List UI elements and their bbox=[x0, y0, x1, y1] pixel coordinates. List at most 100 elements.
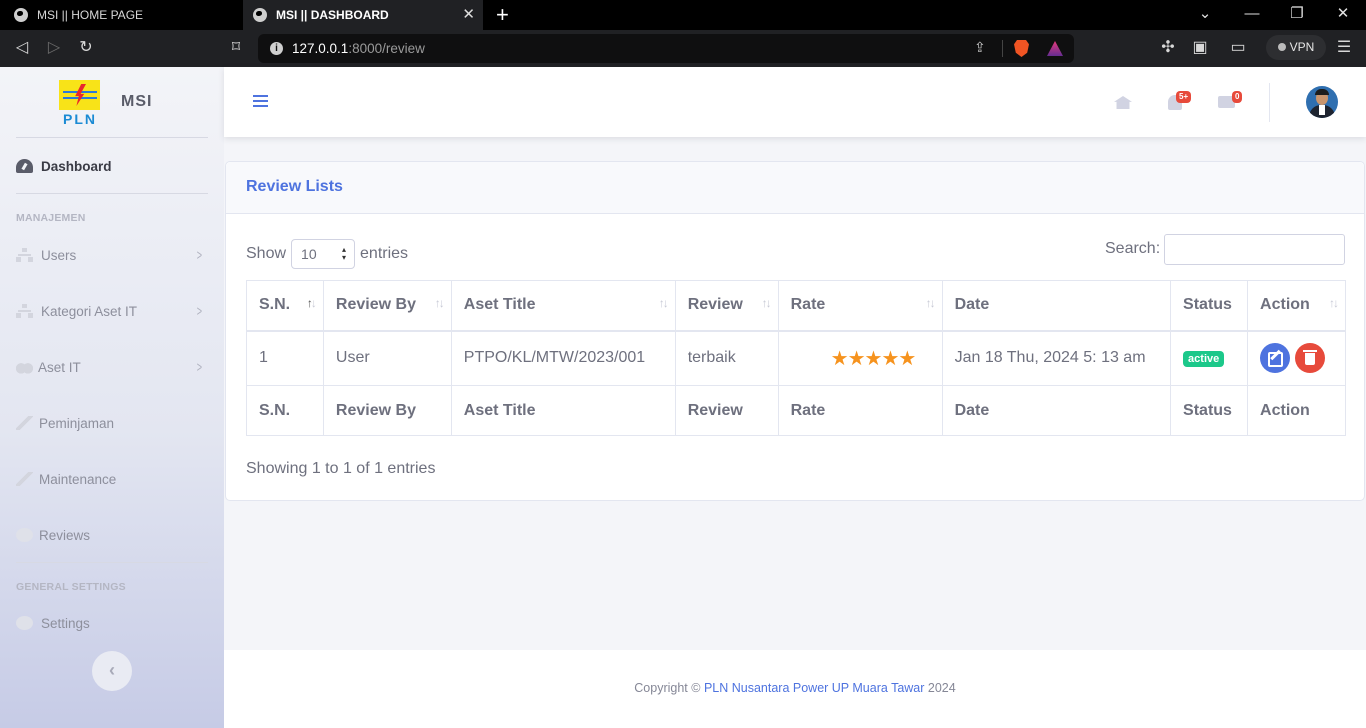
sidebar-item-aset-it[interactable]: Aset IT > bbox=[0, 352, 224, 382]
footer-header-status: Status bbox=[1170, 385, 1249, 436]
footer-header-aset-title: Aset Title bbox=[450, 385, 676, 436]
star-icon: ★ bbox=[830, 347, 849, 370]
column-header-action[interactable]: Action ↑↓ bbox=[1247, 280, 1346, 332]
sidebar-toggle-icon[interactable]: ▣ bbox=[1190, 38, 1210, 58]
url-path: :8000/review bbox=[348, 41, 425, 56]
share-icon[interactable]: ⇪ bbox=[974, 39, 986, 56]
column-header-label: S.N. bbox=[259, 296, 291, 314]
table-row: 1 User PTPO/KL/MTW/2023/001 terbaik ★★★★… bbox=[246, 330, 1346, 386]
copyright-prefix: Copyright © bbox=[634, 681, 701, 695]
cell-review-by: User bbox=[322, 330, 452, 386]
brand-name: MSI bbox=[121, 93, 153, 110]
back-icon[interactable]: ◁ bbox=[12, 38, 32, 58]
table-info: Showing 1 to 1 of 1 entries bbox=[246, 460, 436, 477]
column-header-review[interactable]: Review ↑↓ bbox=[674, 280, 779, 332]
sidebar-item-label: Maintenance bbox=[39, 471, 117, 487]
column-header-aset-title[interactable]: Aset Title ↑↓ bbox=[450, 280, 676, 332]
cell-action bbox=[1247, 330, 1346, 386]
footer-header-sn: S.N. bbox=[246, 385, 324, 436]
home-icon[interactable] bbox=[1114, 96, 1132, 109]
column-header-label: Date bbox=[954, 296, 990, 314]
cell-rate: ★★★★★ bbox=[777, 330, 943, 386]
column-header-label: Action bbox=[1260, 296, 1310, 314]
sort-asc-icon: ↑↓ bbox=[306, 296, 317, 310]
hamburger-menu-icon[interactable] bbox=[253, 95, 268, 107]
footer-header-review-by: Review By bbox=[322, 385, 452, 436]
copyright-year: 2024 bbox=[927, 681, 956, 695]
footer-header-review: Review bbox=[674, 385, 779, 436]
star-icon: ★ bbox=[847, 347, 866, 370]
sidebar-toggle-button[interactable]: ‹ bbox=[92, 651, 132, 691]
page-footer: Copyright © PLN Nusantara Power UP Muara… bbox=[224, 650, 1366, 728]
tab-search-chevron-icon[interactable]: ⌄ bbox=[1195, 4, 1215, 24]
close-window-button[interactable]: ✕ bbox=[1333, 4, 1353, 24]
star-icon: ★ bbox=[864, 347, 883, 370]
menu-icon[interactable]: ☰ bbox=[1334, 38, 1354, 58]
table-footer-row: S.N. Review By Aset Title Review Rate Da… bbox=[246, 385, 1346, 436]
show-label: Show bbox=[246, 245, 287, 262]
column-header-label: Review By bbox=[335, 296, 416, 314]
search-input[interactable] bbox=[1164, 234, 1345, 265]
brave-rewards-icon[interactable] bbox=[1047, 41, 1063, 56]
sidebar-item-label: Settings bbox=[41, 615, 90, 631]
tachometer-icon bbox=[16, 159, 33, 173]
browser-tab-home[interactable]: MSI || HOME PAGE bbox=[0, 0, 242, 30]
sidebar-item-reviews[interactable]: Reviews bbox=[0, 520, 224, 550]
url-text: 127.0.0.1:8000/review bbox=[292, 41, 425, 56]
chevron-right-icon: > bbox=[196, 303, 203, 320]
footer-header-action: Action bbox=[1247, 385, 1346, 436]
comments-icon bbox=[16, 528, 33, 542]
cell-status: active bbox=[1170, 330, 1249, 386]
new-tab-button[interactable]: + bbox=[496, 3, 509, 27]
extensions-icon[interactable]: ✣ bbox=[1158, 38, 1178, 58]
column-header-date: Date bbox=[941, 280, 1172, 332]
forward-icon[interactable]: ▷ bbox=[44, 38, 64, 58]
sort-icon: ↑↓ bbox=[658, 296, 669, 310]
brave-shields-icon[interactable] bbox=[1014, 40, 1029, 57]
edit-button[interactable] bbox=[1260, 343, 1291, 374]
globe-icon bbox=[14, 8, 28, 22]
footer-company-link[interactable]: PLN Nusantara Power UP Muara Tawar bbox=[704, 681, 924, 695]
messages-count-badge: 0 bbox=[1232, 91, 1243, 103]
wallet-icon[interactable]: ▭ bbox=[1228, 38, 1248, 58]
footer-header-date: Date bbox=[941, 385, 1172, 436]
column-header-sn[interactable]: S.N. ↑↓ bbox=[246, 280, 324, 332]
sidebar-item-users[interactable]: Users > bbox=[0, 240, 224, 270]
column-header-label: Status bbox=[1183, 296, 1232, 314]
vpn-button[interactable]: VPN bbox=[1266, 35, 1326, 60]
globe-icon bbox=[253, 8, 267, 22]
sidebar-item-dashboard[interactable]: Dashboard bbox=[0, 151, 224, 181]
delete-button[interactable] bbox=[1295, 343, 1326, 374]
address-bar[interactable]: i 127.0.0.1:8000/review ⇪ bbox=[258, 34, 1074, 63]
column-header-rate[interactable]: Rate ↑↓ bbox=[777, 280, 943, 332]
sidebar-heading-manajemen: MANAJEMEN bbox=[16, 212, 86, 224]
close-tab-icon[interactable]: ✕ bbox=[462, 6, 475, 24]
bookmark-icon[interactable]: ⌑ bbox=[226, 38, 246, 58]
minimize-button[interactable]: — bbox=[1242, 4, 1262, 24]
column-header-label: Rate bbox=[790, 296, 826, 314]
site-info-icon[interactable]: i bbox=[270, 42, 283, 55]
sitemap-icon bbox=[16, 248, 33, 262]
restore-button[interactable]: ❐ bbox=[1287, 4, 1307, 24]
browser-tab-title: MSI || HOME PAGE bbox=[37, 8, 144, 22]
column-header-review-by[interactable]: Review By ↑↓ bbox=[322, 280, 452, 332]
status-badge: active bbox=[1183, 351, 1225, 368]
star-icon: ★ bbox=[881, 347, 899, 370]
pln-logo-text: PLN bbox=[63, 111, 97, 127]
sidebar-item-kategori-aset-it[interactable]: Kategori Aset IT > bbox=[0, 296, 224, 326]
page-length-select[interactable]: 10 bbox=[291, 239, 356, 269]
sidebar-heading-general-settings: GENERAL SETTINGS bbox=[16, 581, 126, 593]
browser-tab-dashboard[interactable]: MSI || DASHBOARD ✕ bbox=[243, 0, 483, 30]
sidebar-item-settings[interactable]: Settings bbox=[0, 608, 224, 638]
sidebar-item-label: Aset IT bbox=[38, 359, 81, 375]
cell-aset-title: PTPO/KL/MTW/2023/001 bbox=[450, 330, 676, 386]
reload-icon[interactable]: ↻ bbox=[76, 38, 96, 58]
browser-toolbar: ◁ ▷ ↻ ⌑ i 127.0.0.1:8000/review ⇪ ✣ ▣ ▭ … bbox=[0, 30, 1366, 67]
review-list-card: Review Lists Show 10 entries Search: S.N… bbox=[225, 161, 1365, 501]
vpn-label: VPN bbox=[1289, 40, 1315, 54]
sidebar-brand[interactable]: PLN MSI bbox=[0, 67, 224, 137]
table-header-row: S.N. ↑↓ Review By ↑↓ Aset Title ↑↓ Review ↑↓… bbox=[246, 280, 1346, 332]
user-avatar[interactable] bbox=[1306, 86, 1338, 118]
sidebar-item-maintenance[interactable]: Maintenance bbox=[0, 464, 224, 494]
sidebar-item-peminjaman[interactable]: Peminjaman bbox=[0, 408, 224, 438]
